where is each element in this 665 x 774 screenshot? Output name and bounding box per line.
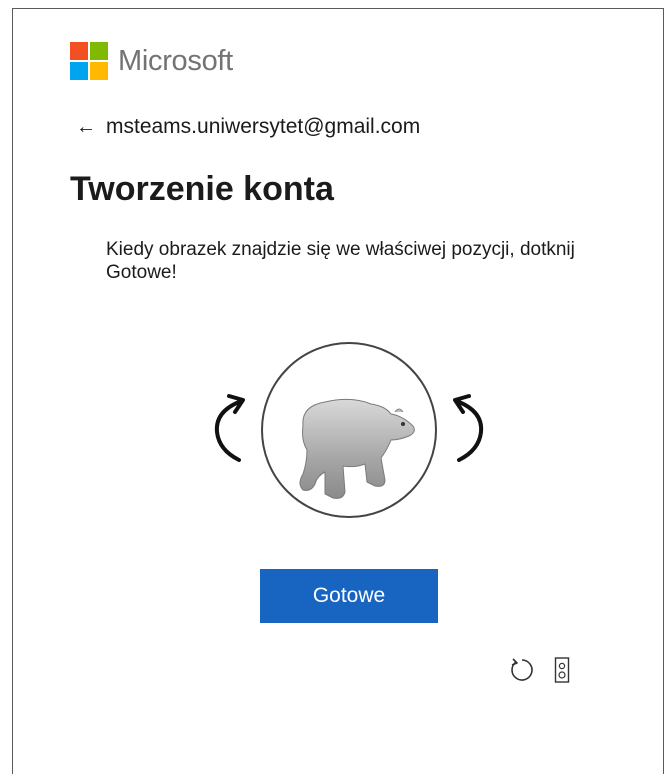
bear-image — [299, 398, 415, 499]
rotate-counterclockwise-icon[interactable] — [209, 388, 257, 468]
microsoft-logo-icon — [70, 42, 108, 80]
challenge-options — [508, 656, 570, 684]
page-title: Tworzenie konta — [70, 170, 334, 208]
arrow-left-icon[interactable]: ← — [76, 116, 96, 139]
refresh-icon[interactable] — [508, 656, 536, 684]
brand-name: Microsoft — [118, 44, 233, 77]
instructions-text: Kiedy obrazek znajdzie się we właściwej … — [106, 239, 575, 283]
done-button[interactable]: Gotowe — [260, 569, 438, 623]
audio-challenge-icon[interactable] — [554, 656, 570, 684]
microsoft-header: Microsoft — [70, 42, 233, 80]
rotation-puzzle — [205, 338, 495, 518]
rotate-clockwise-icon[interactable] — [441, 388, 489, 468]
identity-banner: ← msteams.uniwersytet@gmail.com — [76, 115, 420, 139]
account-email: msteams.uniwersytet@gmail.com — [106, 115, 421, 138]
puzzle-image — [261, 342, 437, 518]
